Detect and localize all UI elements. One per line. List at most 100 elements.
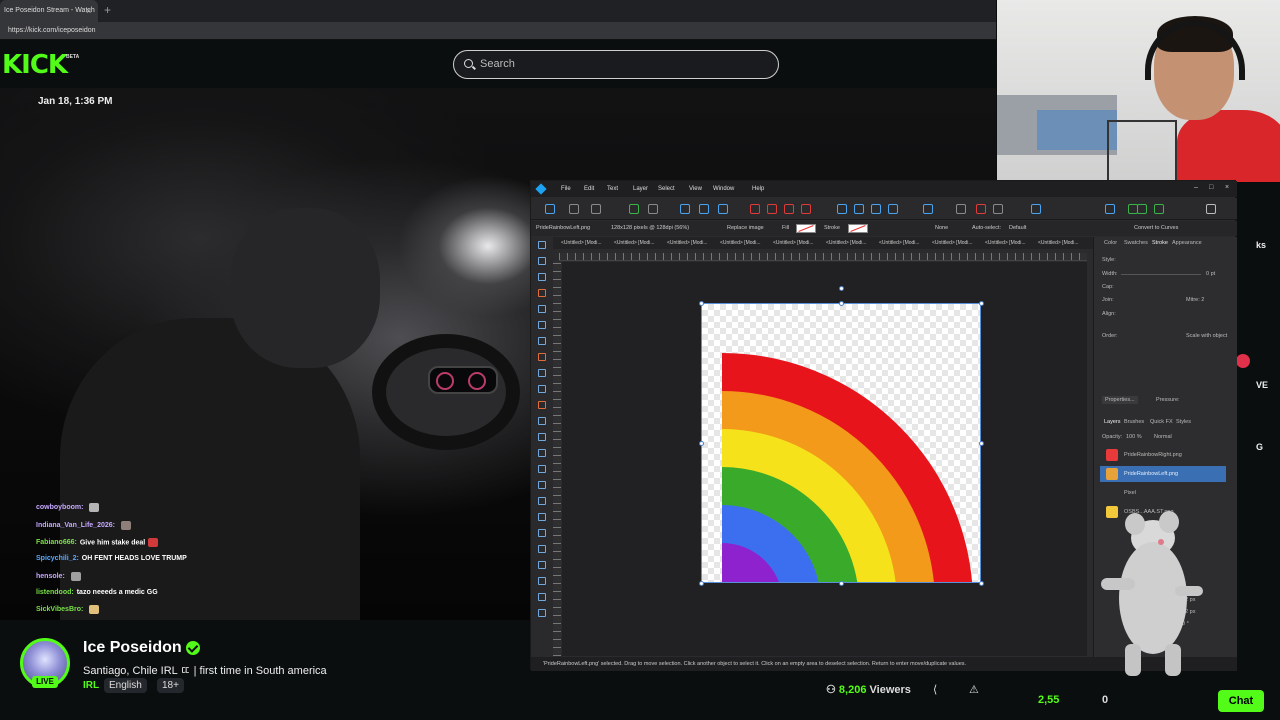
selection-handle[interactable] — [699, 441, 704, 446]
selection-handle[interactable] — [839, 301, 844, 306]
streamer-name[interactable]: Ice Poseidon — [83, 639, 182, 657]
tab-layers[interactable]: Layers — [1104, 419, 1121, 425]
toolbar-tool-icon[interactable] — [801, 204, 811, 214]
new-tab-icon[interactable]: + — [104, 0, 111, 20]
tool-icon[interactable] — [538, 417, 546, 425]
document-tab[interactable]: <Untitled> [Modi... — [932, 237, 973, 249]
tag-language[interactable]: English — [104, 678, 147, 693]
tool-icon[interactable] — [538, 561, 546, 569]
tool-icon[interactable] — [538, 497, 546, 505]
properties-button[interactable]: Properties... — [1102, 396, 1138, 404]
document-tab[interactable]: <Untitled> [Modi... — [720, 237, 761, 249]
menu-window[interactable]: Window — [713, 181, 734, 197]
category-link[interactable]: IRL — [83, 680, 99, 691]
tool-icon[interactable] — [538, 545, 546, 553]
tool-icon[interactable] — [538, 369, 546, 377]
toolbar-tool-icon[interactable] — [680, 204, 690, 214]
browser-tab[interactable]: Ice Poseidon Stream - Watch × — [0, 0, 98, 22]
chat-button[interactable]: Chat — [1218, 690, 1264, 712]
selection-handle[interactable] — [699, 301, 704, 306]
tab-color[interactable]: Color — [1104, 240, 1117, 246]
selection-handle[interactable] — [979, 441, 984, 446]
blend-mode-dropdown[interactable]: Normal — [1154, 434, 1172, 440]
toolbar-tool-icon[interactable] — [648, 204, 658, 214]
chat-username[interactable]: listendood: — [36, 589, 74, 596]
selection-handle[interactable] — [979, 581, 984, 586]
toolbar-tool-icon[interactable] — [784, 204, 794, 214]
layer-row[interactable]: Pixel — [1100, 485, 1226, 501]
menu-file[interactable]: File — [561, 181, 571, 197]
toolbar-tool-icon[interactable] — [976, 204, 986, 214]
chat-username[interactable]: cowboyboom: — [36, 504, 83, 511]
tool-icon[interactable] — [538, 353, 546, 361]
document-tab[interactable]: <Untitled> [Modi... — [667, 237, 708, 249]
kicks-balance[interactable]: 2,55 — [1038, 694, 1059, 706]
tag-age[interactable]: 18+ — [157, 678, 184, 693]
search-input[interactable]: Search — [453, 50, 779, 79]
toolbar-tool-icon[interactable] — [629, 204, 639, 214]
toolbar-tool-icon[interactable] — [888, 204, 898, 214]
tab-close-icon[interactable]: × — [86, 0, 91, 22]
toolbar-tool-icon[interactable] — [718, 204, 728, 214]
stroke-none[interactable]: None — [935, 221, 948, 236]
document-tab[interactable]: <Untitled> [Modi... — [826, 237, 867, 249]
chat-username[interactable]: Spicychili_2: — [36, 555, 79, 562]
canvas[interactable] — [562, 262, 1087, 656]
document-tab[interactable]: <Untitled> [Modi... — [985, 237, 1026, 249]
scale-with-object-checkbox[interactable]: Scale with object — [1186, 333, 1227, 339]
toolbar-tool-icon[interactable] — [1154, 204, 1164, 214]
kick-logo[interactable]: KICK — [2, 50, 68, 80]
toolbar-tool-icon[interactable] — [871, 204, 881, 214]
maximize-icon[interactable]: □ — [1209, 181, 1213, 195]
toolbar-tool-icon[interactable] — [1206, 204, 1216, 214]
toolbar-tool-icon[interactable] — [569, 204, 579, 214]
tool-icon[interactable] — [538, 257, 546, 265]
chat-username[interactable]: Indiana_Van_Life_2026: — [36, 522, 115, 529]
chat-username[interactable]: hensole: — [36, 573, 65, 580]
menu-view[interactable]: View — [689, 181, 702, 197]
rotate-handle[interactable] — [839, 286, 844, 291]
toolbar-tool-icon[interactable] — [854, 204, 864, 214]
document-tab[interactable]: <Untitled> [Modi... — [773, 237, 814, 249]
tool-icon[interactable] — [538, 401, 546, 409]
tool-icon[interactable] — [538, 609, 546, 617]
tool-icon[interactable] — [538, 273, 546, 281]
layer-row[interactable]: PrideRainbowRight.png — [1100, 447, 1226, 463]
toolbar-tool-icon[interactable] — [1137, 204, 1147, 214]
tab-appearance[interactable]: Appearance — [1172, 240, 1202, 246]
chat-username[interactable]: SickVibesBro: — [36, 606, 83, 613]
tab-stroke[interactable]: Stroke — [1152, 240, 1168, 246]
fill-swatch[interactable] — [796, 224, 816, 233]
tab-styles[interactable]: Styles — [1176, 419, 1191, 425]
tool-icon[interactable] — [538, 465, 546, 473]
opacity-value[interactable]: 100 % — [1126, 434, 1142, 440]
document-tab[interactable]: <Untitled> [Modi... — [879, 237, 920, 249]
tool-icon[interactable] — [538, 241, 546, 249]
chest-count[interactable]: 0 — [1102, 694, 1108, 706]
menu-edit[interactable]: Edit — [584, 181, 594, 197]
menu-select[interactable]: Select — [658, 181, 675, 197]
minimize-icon[interactable]: – — [1194, 181, 1198, 195]
auto-select-dropdown[interactable]: Default — [1009, 221, 1026, 236]
document-tab[interactable]: <Untitled> [Modi... — [1038, 237, 1079, 249]
layer-row[interactable]: PrideRainbowLeft.png — [1100, 466, 1226, 482]
toolbar-tool-icon[interactable] — [699, 204, 709, 214]
selected-image[interactable] — [701, 303, 981, 583]
menu-layer[interactable]: Layer — [633, 181, 648, 197]
address-bar[interactable]: https://kick.com/iceposeidon — [0, 22, 996, 40]
tool-icon[interactable] — [538, 529, 546, 537]
stroke-swatch[interactable] — [848, 224, 868, 233]
tool-icon[interactable] — [538, 577, 546, 585]
toolbar-tool-icon[interactable] — [993, 204, 1003, 214]
close-icon[interactable]: × — [1225, 181, 1229, 195]
tool-icon[interactable] — [538, 433, 546, 441]
tool-icon[interactable] — [538, 481, 546, 489]
replace-image-button[interactable]: Replace image — [727, 221, 764, 236]
toolbar-tool-icon[interactable] — [767, 204, 777, 214]
width-slider[interactable] — [1121, 274, 1201, 275]
tool-icon[interactable] — [538, 337, 546, 345]
toolbar-tool-icon[interactable] — [923, 204, 933, 214]
tool-icon[interactable] — [538, 449, 546, 457]
tab-brushes[interactable]: Brushes — [1124, 419, 1144, 425]
menu-text[interactable]: Text — [607, 181, 618, 197]
